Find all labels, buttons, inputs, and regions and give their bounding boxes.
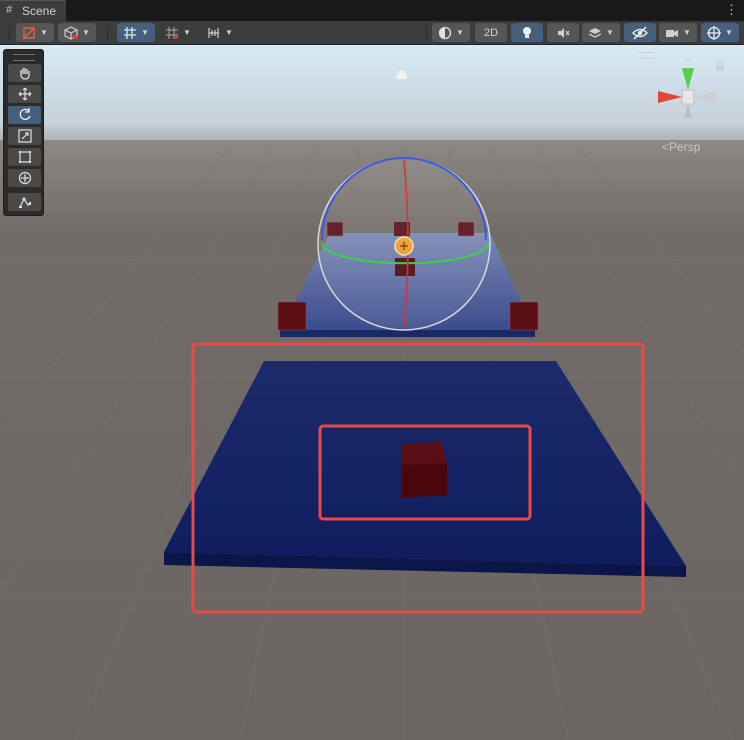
- more-options-icon[interactable]: ⋮: [725, 2, 738, 18]
- rotate-tool-icon: [19, 108, 31, 120]
- shading-mode-button[interactable]: ▼: [432, 23, 470, 42]
- gizmo-icon: [707, 25, 722, 40]
- back-platform-edge: [280, 330, 535, 337]
- move-tool-icon: [18, 87, 31, 101]
- scene-viewport[interactable]: x <Persp: [0, 45, 744, 740]
- grid-icon: #: [6, 4, 13, 16]
- snap-grid-icon: [124, 26, 137, 39]
- lighting-toggle-button[interactable]: [511, 23, 543, 42]
- orientation-gizmo[interactable]: x: [646, 54, 720, 124]
- grid-snap-increment-button[interactable]: ▼: [159, 23, 197, 42]
- scene-tools-overlay: [3, 49, 44, 216]
- increment-snap-button[interactable]: ▼: [201, 23, 239, 42]
- toolbar-divider: [426, 25, 427, 40]
- lighting-bulb-icon: [523, 26, 531, 38]
- tab-scene[interactable]: # Scene: [0, 0, 66, 21]
- grid-snap-button[interactable]: ▼: [117, 23, 155, 42]
- chevron-left-icon: <: [662, 140, 670, 154]
- rotate-tool-button[interactable]: [8, 106, 41, 124]
- gizmos-button[interactable]: ▼: [701, 23, 739, 42]
- chevron-down-icon: ▼: [606, 28, 614, 37]
- custom-tool-icon: [18, 197, 31, 208]
- shading-object-button[interactable]: ▼: [58, 23, 96, 42]
- chevron-down-icon: ▼: [683, 28, 691, 37]
- custom-tool-button[interactable]: [8, 193, 41, 211]
- effects-button[interactable]: ▼: [582, 23, 620, 42]
- gizmo-neg-x-axis[interactable]: [694, 91, 716, 103]
- draw-mode-icon: [23, 26, 35, 39]
- scene-toolbar: ▼ ▼ ▼ ▼ ▼ ▼ 2D ▼ ▼ ▼: [0, 21, 744, 45]
- gizmo-neg-y-axis[interactable]: [684, 104, 692, 118]
- back-cube[interactable]: [277, 301, 307, 331]
- tab-bar: # Scene ⋮: [0, 0, 744, 21]
- chevron-down-icon: ▼: [141, 28, 149, 37]
- hidden-visibility-icon: [632, 26, 648, 39]
- gizmo-y-axis[interactable]: [682, 68, 694, 90]
- camera-icon: [666, 29, 679, 37]
- rect-tool-icon: [18, 151, 31, 163]
- transform-tool-button[interactable]: [8, 169, 41, 187]
- back-cube[interactable]: [509, 301, 539, 331]
- tools-drag-handle[interactable]: [13, 54, 35, 61]
- scale-tool-button[interactable]: [8, 127, 41, 145]
- scene-camera-button[interactable]: ▼: [659, 23, 697, 42]
- scale-tool-icon: [17, 129, 32, 143]
- effects-layers-icon: [588, 27, 602, 38]
- rotate-gizmo[interactable]: [317, 157, 491, 331]
- tab-scene-label: Scene: [22, 4, 57, 18]
- gizmo-z-marker: [686, 58, 690, 64]
- rect-tool-button[interactable]: [8, 148, 41, 166]
- projection-toggle[interactable]: <Persp: [662, 140, 700, 154]
- cube-icon: [64, 25, 78, 40]
- hand-tool-icon: [19, 68, 30, 80]
- chevron-down-icon: ▼: [40, 28, 48, 37]
- grid-snap-increment-icon: [166, 26, 179, 39]
- gizmo-x-axis[interactable]: [658, 91, 682, 103]
- gizmo-center-cube[interactable]: [681, 89, 695, 105]
- hand-tool-button[interactable]: [8, 64, 41, 82]
- toolbar-divider: [9, 25, 10, 40]
- shading-sphere-icon: [438, 26, 452, 39]
- audio-toggle-button[interactable]: [547, 23, 579, 42]
- toggle-2d-button[interactable]: 2D: [475, 23, 507, 42]
- skybox: [0, 45, 744, 155]
- chevron-down-icon: ▼: [183, 28, 191, 37]
- transform-tool-icon: [18, 171, 31, 185]
- svg-text:x: x: [650, 93, 654, 102]
- chevron-down-icon: ▼: [82, 28, 90, 37]
- chevron-down-icon: ▼: [456, 28, 464, 37]
- chevron-down-icon: ▼: [225, 28, 233, 37]
- toolbar-divider: [107, 25, 108, 40]
- ruler-increment-icon: [208, 27, 220, 38]
- move-tool-button[interactable]: [8, 85, 41, 103]
- draw-mode-button[interactable]: ▼: [16, 23, 54, 42]
- audio-mute-icon: [558, 27, 570, 38]
- scene-view-render: [0, 45, 744, 740]
- chevron-down-icon: ▼: [725, 28, 733, 37]
- toggle-2d-label: 2D: [483, 26, 499, 39]
- scene-visibility-button[interactable]: [624, 23, 656, 42]
- projection-label: Persp: [669, 140, 701, 154]
